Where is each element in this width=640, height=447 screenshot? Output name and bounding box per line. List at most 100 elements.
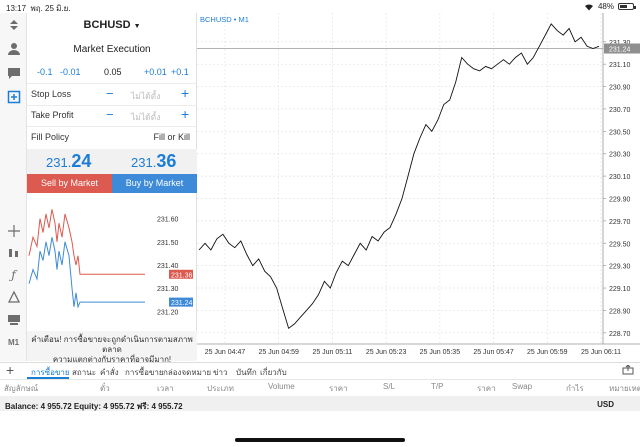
function-icon[interactable]: ƒ	[3, 266, 24, 284]
volume-minus-big[interactable]: -0.1	[37, 67, 53, 77]
warning-line-1: คำเตือน! การซื้อขายจะถูกดำเนินการตามสภาพ…	[31, 335, 193, 354]
divider	[27, 83, 197, 84]
status-right: 48%	[584, 2, 636, 11]
take-profit-input[interactable]: ไม่ได้ตั้ง	[131, 110, 160, 124]
tab-orders[interactable]: คำสั่ง	[100, 366, 119, 379]
stop-loss-label: Stop Loss	[31, 89, 72, 99]
chart-canvas[interactable]: 231.30231.10230.90230.70230.50230.30230.…	[197, 13, 640, 361]
y-tick-label: 230.10	[609, 174, 631, 181]
y-tick-label: 229.10	[609, 286, 631, 293]
ask-price: 231.36	[131, 151, 177, 171]
bid-price-tag-label: 231.24	[171, 300, 193, 307]
sell-by-market-button[interactable]: Sell by Market	[27, 174, 112, 193]
x-tick-label: 25 Jun 05:11	[312, 349, 352, 356]
volume-plus-big[interactable]: +0.1	[171, 67, 189, 77]
take-profit-minus-button[interactable]: −	[106, 107, 114, 122]
stop-loss-plus-button[interactable]: +	[181, 85, 189, 101]
y-tick-label: 229.90	[609, 196, 631, 203]
ask-price-tag-label: 231.36	[171, 272, 193, 279]
order-panel: BCHUSD ▼ Market Execution -0.1 -0.01 0.05…	[27, 13, 197, 364]
trade-table-header: สัญลักษณ์ ตั๋ว เวลา ประเภท Volume ราคา S…	[0, 379, 640, 393]
col-price-current: ราคา	[477, 384, 496, 393]
price-quotes: 231.24 231.36	[27, 149, 197, 174]
col-tp: T/P	[431, 382, 444, 391]
mini-tick-label: 231.50	[157, 240, 179, 247]
symbol-selector[interactable]: BCHUSD ▼	[27, 19, 197, 31]
buy-by-market-button[interactable]: Buy by Market	[112, 174, 197, 193]
col-price: ราคา	[329, 384, 348, 393]
account-currency: USD	[597, 400, 614, 409]
fill-policy-row[interactable]: Fill Policy Fill or Kill	[27, 131, 197, 145]
tab-positions[interactable]: สถานะ	[72, 366, 96, 379]
caret-down-icon: ▼	[133, 23, 141, 30]
account-balance-bar: Balance: 4 955.72 Equity: 4 955.72 ฟรี: …	[0, 396, 640, 411]
take-profit-row: Take Profit − ไม่ได้ตั้ง +	[27, 106, 197, 124]
status-bar: 13:17 พฤ. 25 มิ.ย. 48%	[0, 0, 640, 13]
wifi-icon	[584, 3, 593, 11]
y-tick-label: 231.10	[609, 62, 631, 69]
indicators-icon[interactable]	[3, 244, 24, 262]
col-symbol: สัญลักษณ์	[4, 384, 39, 393]
user-icon[interactable]	[3, 40, 24, 58]
col-volume: Volume	[268, 382, 295, 391]
volume-plus-small[interactable]: +0.01	[144, 67, 167, 77]
price-chart[interactable]: 231.30 231.10 230.90 230.70 230.50 230.30 230.…	[197, 13, 640, 361]
col-profit: กำไร	[566, 384, 584, 393]
tab-mailbox[interactable]: กล่องจดหมาย	[163, 366, 211, 379]
new-order-icon[interactable]	[3, 88, 24, 106]
y-tick-label: 229.50	[609, 241, 631, 248]
y-tick-label: 229.30	[609, 264, 631, 271]
chat-icon[interactable]	[3, 64, 24, 82]
col-type: ประเภท	[207, 384, 234, 393]
stop-loss-minus-button[interactable]: −	[106, 86, 114, 101]
crosshair-icon[interactable]	[3, 222, 24, 240]
mini-tick-label: 231.60	[157, 217, 179, 224]
stop-loss-row: Stop Loss − ไม่ได้ตั้ง +	[27, 85, 197, 103]
tab-history[interactable]: การซื้อขาย	[125, 366, 164, 379]
tab-about[interactable]: เกี่ยวกับ	[260, 366, 287, 379]
mini-tick-label: 231.30	[157, 286, 179, 293]
add-icon[interactable]: +	[6, 363, 14, 378]
ask-tick-line	[28, 237, 145, 309]
col-ticket: ตั๋ว	[100, 384, 110, 393]
volume-minus-small[interactable]: -0.01	[60, 67, 81, 77]
x-tick-label: 25 Jun 06:11	[581, 349, 621, 356]
y-tick-label: 230.90	[609, 85, 631, 92]
templates-icon[interactable]	[3, 310, 24, 328]
tab-journal[interactable]: บันทึก	[236, 366, 257, 379]
col-time: เวลา	[157, 384, 174, 393]
tab-news[interactable]: ข่าว	[213, 366, 227, 379]
volume-row: -0.1 -0.01 0.05 +0.01 +0.1	[27, 67, 197, 79]
bid-price: 231.24	[46, 151, 92, 171]
divider	[27, 126, 197, 127]
y-tick-label: 230.50	[609, 129, 631, 136]
take-profit-label: Take Profit	[31, 110, 74, 120]
battery-percent: 48%	[597, 2, 614, 11]
take-profit-plus-button[interactable]: +	[181, 106, 189, 122]
y-tick-label: 228.90	[609, 308, 631, 315]
y-tick-label: 228.70	[609, 331, 631, 338]
home-indicator	[235, 438, 405, 442]
x-tick-label: 25 Jun 05:47	[473, 349, 514, 356]
x-tick-label: 25 Jun 05:59	[527, 349, 568, 356]
quotes-icon[interactable]	[3, 16, 24, 34]
tick-chart: 231.60 231.50 231.40 231.30 231.20 231.36 231…	[28, 209, 193, 316]
col-sl: S/L	[383, 382, 396, 391]
mini-tick-label: 231.40	[157, 263, 179, 270]
mini-tick-label: 231.20	[157, 309, 179, 316]
x-tick-label: 25 Jun 05:23	[366, 349, 407, 356]
col-swap: Swap	[512, 382, 533, 391]
y-tick-label: 229.70	[609, 219, 631, 226]
battery-icon	[618, 3, 636, 10]
export-icon[interactable]	[622, 365, 634, 375]
objects-icon[interactable]	[3, 288, 24, 306]
balance-text: Balance: 4 955.72 Equity: 4 955.72 ฟรี: …	[5, 402, 183, 411]
divider	[27, 105, 197, 106]
left-toolbar: ƒ M1	[0, 13, 27, 361]
timeframe-m1-icon[interactable]: M1	[3, 333, 24, 351]
execution-type[interactable]: Market Execution	[27, 44, 197, 55]
x-tick-label: 25 Jun 04:59	[258, 349, 299, 356]
stop-loss-input[interactable]: ไม่ได้ตั้ง	[131, 89, 160, 103]
volume-value[interactable]: 0.05	[104, 67, 122, 77]
market-warning: คำเตือน! การซื้อขายจะถูกดำเนินการตามสภาพ…	[27, 331, 197, 364]
